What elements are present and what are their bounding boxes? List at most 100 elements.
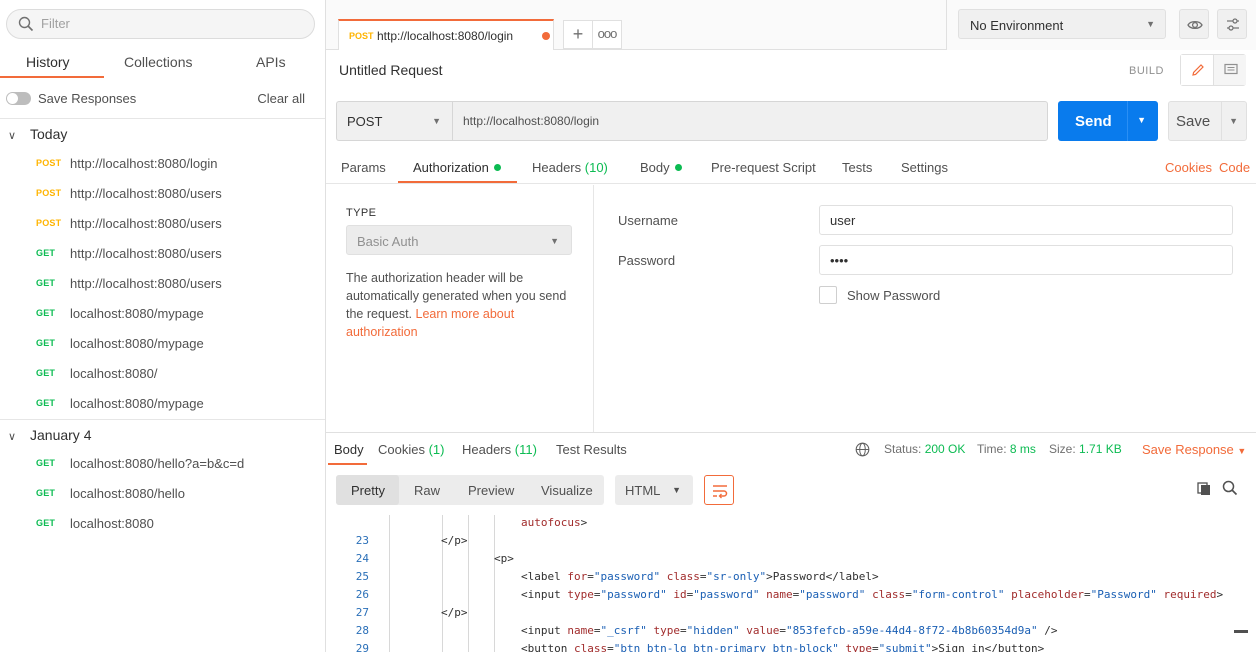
- scrollbar-thumb[interactable]: [1234, 630, 1248, 633]
- response-tab-body[interactable]: Body: [334, 442, 364, 457]
- history-url: localhost:8080/hello: [70, 486, 185, 501]
- tab-params[interactable]: Params: [341, 160, 386, 175]
- active-dot-icon: [493, 164, 501, 171]
- chevron-down-icon: ▼: [1237, 446, 1247, 456]
- status-readout: Status: 200 OK: [884, 442, 965, 456]
- url-field[interactable]: [452, 101, 1048, 141]
- url-input[interactable]: [463, 114, 1033, 128]
- search-icon[interactable]: [1222, 480, 1238, 496]
- search-icon: [18, 16, 34, 32]
- code-link[interactable]: Code: [1219, 160, 1250, 175]
- username-input[interactable]: [830, 213, 1220, 228]
- status-value[interactable]: 200 OK: [925, 442, 966, 456]
- manage-environments-button[interactable]: [1217, 9, 1247, 39]
- sidebar-tabs: History Collections APIs: [0, 48, 325, 78]
- history-item[interactable]: GET localhost:8080/mypage: [0, 299, 325, 329]
- save-response-button[interactable]: Save Response ▼: [1142, 442, 1246, 457]
- save-button[interactable]: Save ▼: [1168, 101, 1247, 141]
- tab-body[interactable]: Body: [640, 160, 682, 175]
- authorization-tab-underline: [398, 181, 517, 183]
- method-badge: GET: [36, 368, 56, 378]
- format-select[interactable]: HTML ▼: [615, 475, 693, 505]
- history-url: localhost:8080/hello?a=b&c=d: [70, 456, 245, 471]
- history-item[interactable]: GET localhost:8080/hello: [0, 479, 325, 509]
- history-tab-underline: [0, 76, 104, 78]
- tab-pre-request-script[interactable]: Pre-request Script: [711, 160, 816, 175]
- sliders-icon: [1227, 18, 1239, 31]
- clear-all-button[interactable]: Clear all: [257, 91, 305, 106]
- history-item[interactable]: GET localhost:8080/: [0, 359, 325, 389]
- environment-select[interactable]: No Environment ▼: [958, 9, 1166, 39]
- filter-input[interactable]: [41, 16, 301, 31]
- chevron-down-icon: ▼: [672, 485, 681, 495]
- new-tab-button[interactable]: +: [563, 20, 593, 49]
- history-item[interactable]: POST http://localhost:8080/users: [0, 179, 325, 209]
- filter-box[interactable]: [6, 9, 315, 39]
- response-tab-headers[interactable]: Headers (11): [462, 442, 537, 457]
- group-january-4[interactable]: ∨ January 4: [8, 427, 91, 443]
- tab-authorization[interactable]: Authorization: [413, 160, 501, 175]
- time-value[interactable]: 8 ms: [1010, 442, 1036, 456]
- tab-settings[interactable]: Settings: [901, 160, 948, 175]
- documentation-button[interactable]: [1214, 55, 1246, 85]
- mode-switcher: [1180, 54, 1246, 86]
- globe-icon[interactable]: [855, 442, 870, 457]
- send-button[interactable]: Send ▼: [1058, 101, 1158, 141]
- auth-type-select[interactable]: Basic Auth ▼: [346, 225, 572, 255]
- history-item[interactable]: GET http://localhost:8080/users: [0, 239, 325, 269]
- tab-history[interactable]: History: [26, 54, 70, 70]
- password-input[interactable]: [830, 253, 1220, 268]
- tab-bar: POST http://localhost:8080/login + ooo N…: [326, 0, 1256, 50]
- method-badge: GET: [36, 338, 56, 348]
- request-title[interactable]: Untitled Request: [339, 62, 443, 78]
- chevron-down-icon[interactable]: ▼: [1137, 115, 1146, 125]
- history-item[interactable]: POST http://localhost:8080/users: [0, 209, 325, 239]
- tab-url: http://localhost:8080/login: [377, 29, 514, 43]
- response-tab-test-results[interactable]: Test Results: [556, 442, 627, 457]
- code-line: 26 <input type="password" id="password" n…: [355, 588, 1224, 601]
- time-readout: Time: 8 ms: [977, 442, 1036, 456]
- history-item[interactable]: POST http://localhost:8080/login: [0, 149, 325, 179]
- more-tabs-button[interactable]: ooo: [593, 20, 622, 49]
- history-url: localhost:8080/: [70, 366, 158, 381]
- chevron-down-icon: ▼: [550, 236, 559, 246]
- tab-tests[interactable]: Tests: [842, 160, 872, 175]
- code-line: 24 <p>: [355, 552, 514, 565]
- history-item[interactable]: GET localhost:8080: [0, 509, 325, 539]
- method-badge: GET: [36, 488, 56, 498]
- view-visualize[interactable]: Visualize: [541, 483, 593, 498]
- environment-quick-look-button[interactable]: [1179, 9, 1209, 39]
- view-pretty[interactable]: Pretty: [351, 483, 385, 498]
- method-badge: POST: [36, 188, 62, 198]
- pencil-icon: [1192, 64, 1204, 76]
- wrap-lines-button[interactable]: [704, 475, 734, 505]
- history-item[interactable]: GET localhost:8080/mypage: [0, 389, 325, 419]
- password-field[interactable]: [819, 245, 1233, 275]
- history-item[interactable]: GET localhost:8080/hello?a=b&c=d: [0, 449, 325, 479]
- group-label: January 4: [30, 427, 92, 443]
- method-badge: GET: [36, 518, 56, 528]
- group-today[interactable]: ∨ Today: [8, 126, 67, 142]
- username-field[interactable]: [819, 205, 1233, 235]
- history-item[interactable]: GET http://localhost:8080/users: [0, 269, 325, 299]
- chevron-down-icon[interactable]: ▼: [1229, 116, 1238, 126]
- view-raw[interactable]: Raw: [414, 483, 440, 498]
- tab-headers[interactable]: Headers (10): [532, 160, 608, 175]
- sidebar-divider: [0, 118, 325, 119]
- method-select[interactable]: POST ▼: [336, 101, 452, 141]
- response-tab-cookies[interactable]: Cookies (1): [378, 442, 444, 457]
- size-value[interactable]: 1.71 KB: [1079, 442, 1122, 456]
- request-tab[interactable]: POST http://localhost:8080/login: [338, 19, 554, 50]
- edit-mode-button[interactable]: [1181, 55, 1214, 85]
- view-mode-group: Pretty Raw Preview Visualize: [336, 475, 604, 505]
- tab-headers-label: Headers: [532, 160, 582, 175]
- response-body-viewer[interactable]: autofocus> 23 </p> 24 <p> 25 <label for="pa…: [336, 515, 1234, 652]
- view-preview[interactable]: Preview: [468, 483, 514, 498]
- history-item[interactable]: GET localhost:8080/mypage: [0, 329, 325, 359]
- tab-collections[interactable]: Collections: [124, 54, 192, 70]
- copy-icon[interactable]: [1196, 481, 1212, 497]
- cookies-link[interactable]: Cookies: [1165, 160, 1212, 175]
- tab-apis[interactable]: APIs: [256, 54, 286, 70]
- save-responses-toggle[interactable]: [6, 92, 31, 105]
- show-password-checkbox[interactable]: [819, 286, 837, 304]
